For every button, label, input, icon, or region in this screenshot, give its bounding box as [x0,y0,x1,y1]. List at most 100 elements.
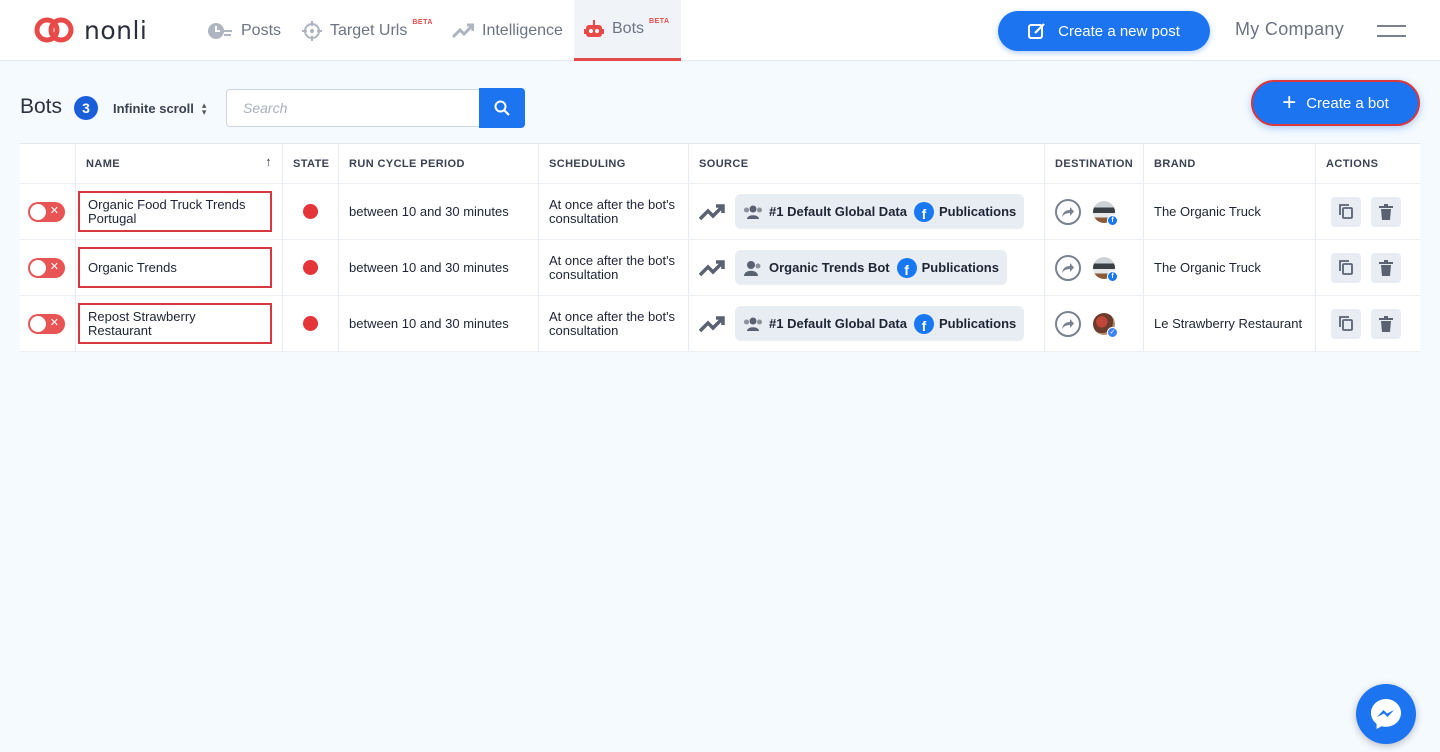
brand: Le Strawberry Restaurant [1143,296,1315,351]
trash-icon [1379,259,1393,276]
nonli-logo[interactable]: nonli [34,15,147,45]
clock-icon [207,22,233,40]
users-icon [743,316,763,332]
share-icon[interactable] [1055,254,1081,281]
brand: The Organic Truck [1143,240,1315,295]
search-icon [494,100,510,116]
duplicate-button[interactable] [1331,308,1361,339]
column-header-actions: ACTIONS [1315,144,1420,183]
column-header-source: SOURCE [688,144,1044,183]
create-bot-label: Create a bot [1306,94,1389,112]
delete-button[interactable] [1371,308,1401,339]
nav-intelligence[interactable]: Intelligence [452,0,563,61]
nav-posts[interactable]: Posts [207,0,281,61]
trend-icon [699,203,725,221]
share-icon[interactable] [1055,198,1081,225]
source-chip[interactable]: Organic Trends Bot f Publications [735,250,1007,285]
bot-name[interactable]: Repost Strawberry Restaurant [78,303,272,344]
facebook-icon: f [1107,214,1118,226]
delete-button[interactable] [1371,252,1401,283]
nav-bots[interactable]: Bots BETA [574,0,681,61]
plus-icon: + [1282,89,1297,116]
nav-intelligence-label: Intelligence [482,21,563,39]
source-group: #1 Default Global Data [769,316,907,331]
column-header-name[interactable]: NAME ↑ [75,144,282,183]
crosshair-icon [302,20,322,41]
robot-icon [584,20,604,38]
copy-icon [1339,316,1353,331]
search-button[interactable] [479,88,525,128]
create-new-post-label: Create a new post [1058,22,1180,40]
delete-button[interactable] [1371,196,1401,227]
create-new-post-button[interactable]: Create a new post [998,11,1210,51]
source-chip[interactable]: #1 Default Global Data f Publications [735,194,1025,229]
scheduling: At once after the bot's consultation [538,296,688,351]
sort-up-icon[interactable]: ↑ [265,154,272,169]
duplicate-button[interactable] [1331,196,1361,227]
facebook-icon: f [913,313,934,334]
column-name-label: NAME [86,157,120,170]
bot-toggle[interactable]: ✕ [28,313,65,334]
scheduling: At once after the bot's consultation [538,240,688,295]
close-icon: ✕ [49,204,59,217]
nav-posts-label: Posts [241,21,282,39]
column-header-destination: DESTINATION [1044,144,1143,183]
bot-toggle[interactable]: ✕ [28,201,65,222]
copy-icon [1339,260,1353,275]
share-icon[interactable] [1055,310,1081,337]
messenger-icon [1371,699,1401,729]
trend-icon [699,259,725,277]
bot-toggle[interactable]: ✕ [28,257,65,278]
page-title: Bots [20,95,63,118]
scheduling: At once after the bot's consultation [538,184,688,239]
nav-bots-label: Bots [612,20,645,37]
bot-name[interactable]: Organic Food Truck Trends Portugal [78,191,272,232]
source-publications: Publications [938,316,1017,331]
facebook-icon: f [1107,270,1118,282]
beta-badge: BETA [649,17,670,25]
source-chip[interactable]: #1 Default Global Data f Publications [735,306,1025,341]
messenger-chat-button[interactable] [1356,684,1416,744]
header-toggle-cell [20,144,75,183]
bot-count-badge: 3 [74,96,98,120]
close-icon: ✕ [49,260,59,273]
nav-target-urls[interactable]: Target Urls BETA [302,0,433,61]
state-indicator [303,260,318,275]
search-input[interactable] [226,89,479,127]
state-indicator [303,316,318,331]
source-publications: Publications [921,260,999,275]
copy-icon [1339,204,1353,219]
nav-target-urls-label: Target Urls [330,21,408,39]
column-header-state: STATE [282,144,338,183]
facebook-icon: f [913,201,934,222]
trash-icon [1379,315,1393,332]
column-header-run-cycle: RUN CYCLE PERIOD [338,144,538,183]
table-row: ✕ Organic Trends between 10 and 30 minut… [20,240,1420,296]
source-group: #1 Default Global Data [769,204,907,219]
trend-icon [452,23,474,39]
source-group: Organic Trends Bot [769,260,890,275]
avatar: f [1093,256,1118,282]
bots-table: NAME ↑ STATE RUN CYCLE PERIOD SCHEDULING… [20,143,1420,352]
trend-icon [699,315,725,333]
top-nav: nonli Posts Target Urls BETA Intelligenc… [0,0,1440,61]
avatar: f [1093,200,1118,226]
column-header-brand: BRAND [1143,144,1315,183]
menu-icon[interactable] [1377,25,1406,39]
run-cycle: between 10 and 30 minutes [338,296,538,351]
duplicate-button[interactable] [1331,252,1361,283]
run-cycle: between 10 and 30 minutes [338,240,538,295]
scroll-mode-select[interactable]: Infinite scroll ▴ ▾ [113,100,206,116]
source-publications: Publications [938,204,1017,219]
table-row: ✕ Repost Strawberry Restaurant between 1… [20,296,1420,352]
trash-icon [1379,203,1393,220]
close-icon: ✕ [49,316,59,329]
brand: The Organic Truck [1143,184,1315,239]
state-indicator [303,204,318,219]
run-cycle: between 10 and 30 minutes [338,184,538,239]
create-bot-button[interactable]: + Create a bot [1251,80,1420,126]
avatar: ✓ [1093,312,1118,338]
company-name[interactable]: My Company [1235,19,1344,40]
logo-text: nonli [84,15,148,45]
bot-name[interactable]: Organic Trends [78,247,272,288]
